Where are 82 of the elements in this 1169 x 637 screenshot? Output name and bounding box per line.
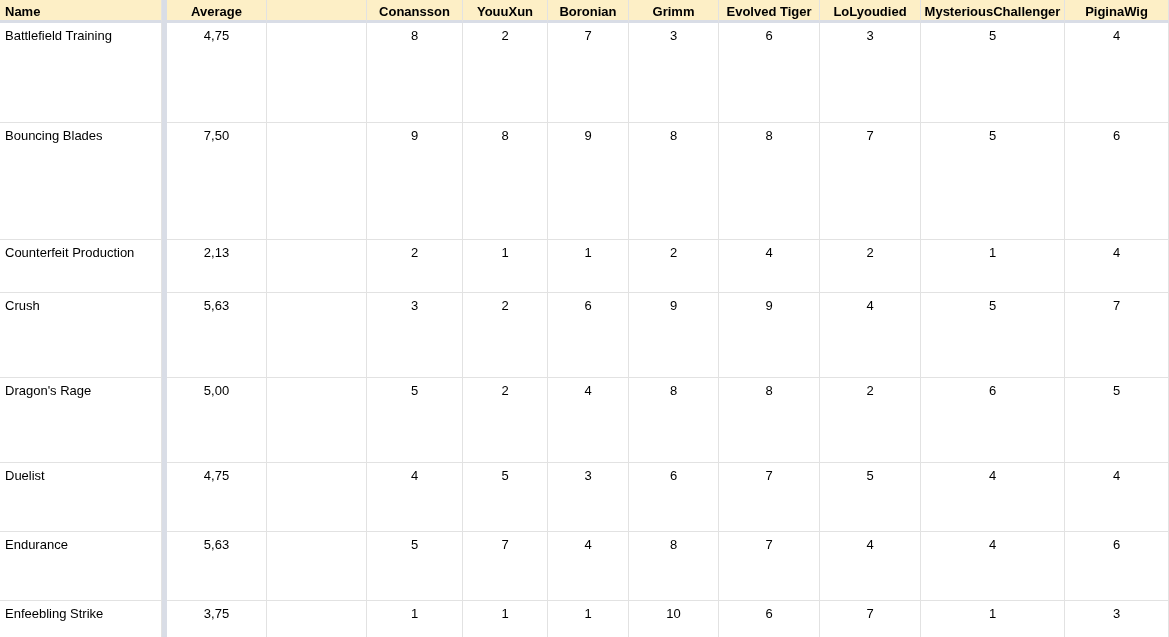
table-cell: 1 bbox=[548, 240, 629, 293]
table-cell: 1 bbox=[921, 240, 1065, 293]
table-cell: 2 bbox=[367, 240, 463, 293]
table-cell: 7 bbox=[820, 601, 921, 637]
table-cell: 2 bbox=[820, 240, 921, 293]
column-header: MysteriousChallenger bbox=[921, 0, 1065, 23]
table-cell: 4 bbox=[820, 293, 921, 378]
table-cell: 10 bbox=[629, 601, 719, 637]
table-cell: 8 bbox=[719, 123, 820, 240]
table-cell: 2 bbox=[463, 378, 548, 463]
table-cell: 8 bbox=[629, 123, 719, 240]
table-cell: 5 bbox=[921, 293, 1065, 378]
column-header: YouuXun bbox=[463, 0, 548, 23]
table-cell: 4 bbox=[1065, 240, 1169, 293]
table-cell: 5 bbox=[921, 23, 1065, 123]
table-cell: 6 bbox=[921, 378, 1065, 463]
table-cell: 6 bbox=[719, 23, 820, 123]
table-cell: 5,00 bbox=[167, 378, 267, 463]
table-cell: 9 bbox=[629, 293, 719, 378]
column-header: PiginaWig bbox=[1065, 0, 1169, 23]
table-cell: 7 bbox=[548, 23, 629, 123]
column-header: LoLyoudied bbox=[820, 0, 921, 23]
table-cell: 9 bbox=[367, 123, 463, 240]
table-cell: 2 bbox=[463, 293, 548, 378]
column-header: Average bbox=[167, 0, 267, 23]
table-cell: 2,13 bbox=[167, 240, 267, 293]
column-header: Boronian bbox=[548, 0, 629, 23]
table-cell: 4 bbox=[1065, 23, 1169, 123]
table-cell: 2 bbox=[629, 240, 719, 293]
table-cell: 5 bbox=[1065, 378, 1169, 463]
table-cell: 7 bbox=[719, 463, 820, 532]
table-cell: 4 bbox=[719, 240, 820, 293]
table-cell: 5 bbox=[820, 463, 921, 532]
table-cell: 4 bbox=[921, 532, 1065, 601]
table-cell: 3 bbox=[548, 463, 629, 532]
column-header: Grimm bbox=[629, 0, 719, 23]
table-cell: 5 bbox=[367, 378, 463, 463]
table-cell: 1 bbox=[921, 601, 1065, 637]
table-cell: 9 bbox=[719, 293, 820, 378]
table-cell: 1 bbox=[367, 601, 463, 637]
table-cell: 7 bbox=[1065, 293, 1169, 378]
table-cell: 4 bbox=[548, 378, 629, 463]
table-cell: 1 bbox=[463, 601, 548, 637]
table-cell: 6 bbox=[719, 601, 820, 637]
table-cell: 4,75 bbox=[167, 463, 267, 532]
table-cell: 8 bbox=[629, 378, 719, 463]
table-cell: 6 bbox=[629, 463, 719, 532]
table-cell: 4 bbox=[367, 463, 463, 532]
table-cell: 8 bbox=[629, 532, 719, 601]
table-cell: 2 bbox=[463, 23, 548, 123]
table-cell: 7,50 bbox=[167, 123, 267, 240]
table-cell: 9 bbox=[548, 123, 629, 240]
table-cell: 1 bbox=[463, 240, 548, 293]
table-cell: 3,75 bbox=[167, 601, 267, 637]
table-cell: 2 bbox=[820, 378, 921, 463]
table-cell: 4 bbox=[548, 532, 629, 601]
table-cell: 5 bbox=[367, 532, 463, 601]
column-header: Conansson bbox=[367, 0, 463, 23]
table-cell: 1 bbox=[548, 601, 629, 637]
table-cell: 3 bbox=[629, 23, 719, 123]
table-cell: 7 bbox=[820, 123, 921, 240]
table-cell: 5 bbox=[463, 463, 548, 532]
table-cell: 8 bbox=[463, 123, 548, 240]
column-header: Name bbox=[0, 0, 162, 23]
table-cell: 8 bbox=[367, 23, 463, 123]
table-cell: 4,75 bbox=[167, 23, 267, 123]
table-cell: 7 bbox=[719, 532, 820, 601]
table-cell: 4 bbox=[820, 532, 921, 601]
table-cell: 4 bbox=[921, 463, 1065, 532]
table-cell: 6 bbox=[1065, 123, 1169, 240]
table-cell: 5,63 bbox=[167, 293, 267, 378]
table-cell: 5 bbox=[921, 123, 1065, 240]
table-cell: 7 bbox=[463, 532, 548, 601]
table-cell: 3 bbox=[367, 293, 463, 378]
table-cell: 6 bbox=[1065, 532, 1169, 601]
table-cell: 6 bbox=[548, 293, 629, 378]
column-header: Evolved Tiger bbox=[719, 0, 820, 23]
table-cell: 3 bbox=[820, 23, 921, 123]
table-cell: 8 bbox=[719, 378, 820, 463]
table-cell: 3 bbox=[1065, 601, 1169, 637]
table-cell: 5,63 bbox=[167, 532, 267, 601]
table-cell: 4 bbox=[1065, 463, 1169, 532]
